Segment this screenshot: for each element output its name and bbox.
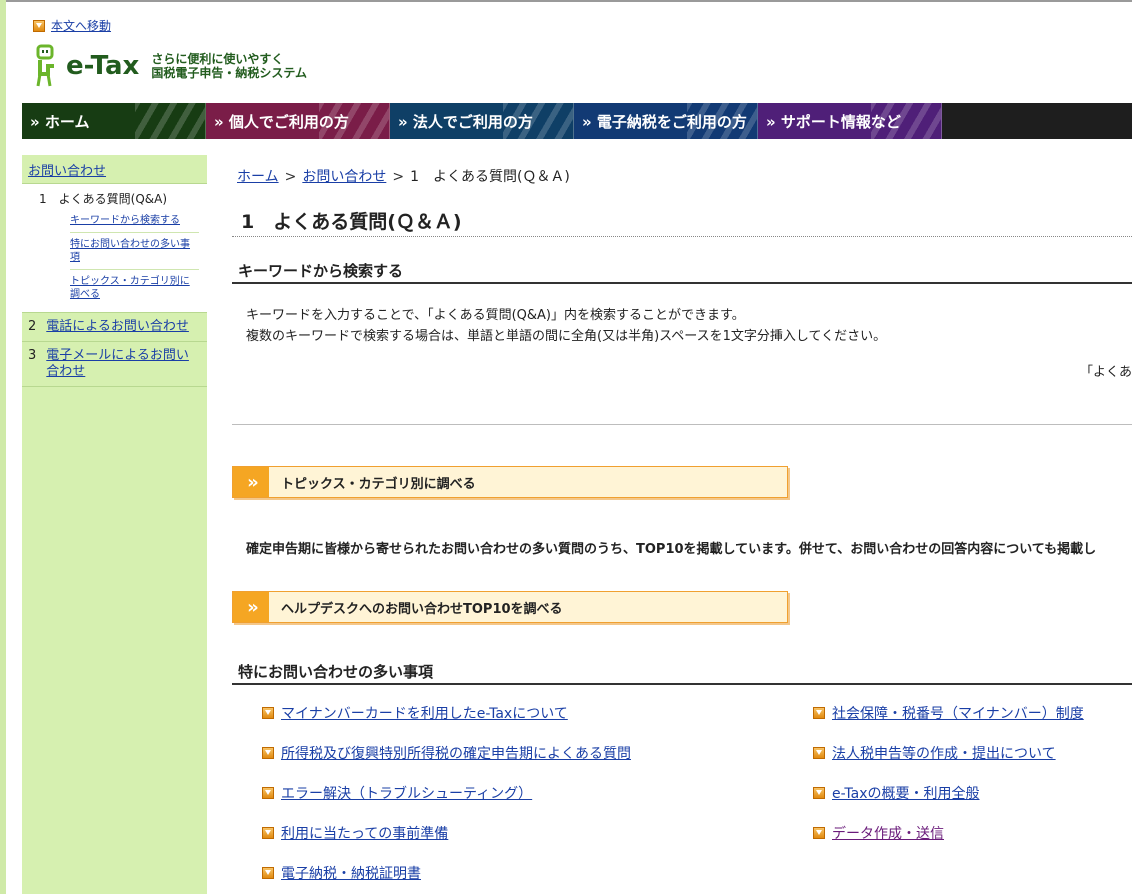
list-item[interactable]: 法人税申告等の作成・提出について — [813, 743, 1056, 763]
nav-e-payment[interactable]: » 電子納税をご利用の方 — [574, 103, 758, 139]
list-item[interactable]: マイナンバーカードを利用したe-Taxについて — [262, 703, 568, 723]
list-item[interactable]: エラー解決（トラブルシューティング） — [262, 783, 532, 803]
window-left-border — [0, 0, 6, 894]
frequent-link-overview[interactable]: e-Taxの概要・利用全般 — [832, 783, 979, 803]
keyword-description: キーワードを入力することで、「よくある質問(Q&A)」内を検索することができます… — [246, 305, 886, 347]
arrow-bullet-icon — [813, 827, 825, 839]
arrow-bullet-icon — [262, 827, 274, 839]
list-item[interactable]: 電子納税・納税証明書 — [262, 863, 421, 883]
logo-tagline: さらに便利に使いやすく 国税電子申告・納税システム — [151, 52, 307, 80]
sidebar-email-link[interactable]: 電子メールによるお問い合わせ — [46, 348, 199, 380]
frequent-link-preparation[interactable]: 利用に当たっての事前準備 — [281, 823, 448, 843]
breadcrumb-current: 1 よくある質問(Ｑ＆Ａ) — [410, 169, 570, 185]
arrow-bullet-icon — [262, 747, 274, 759]
nav-personal-label: » 個人でご利用の方 — [214, 112, 349, 131]
frequent-link-troubleshooting[interactable]: エラー解決（トラブルシューティング） — [281, 783, 532, 803]
topics-button[interactable]: » トピックス・カテゴリ別に調べる — [232, 466, 788, 498]
frequent-link-income-tax[interactable]: 所得税及び復興特別所得税の確定申告期によくある質問 — [281, 743, 631, 763]
sidebar-child-topics: トピックス・カテゴリ別に調べる — [70, 270, 199, 306]
list-item[interactable]: 所得税及び復興特別所得税の確定申告期によくある質問 — [262, 743, 631, 763]
nav-e-payment-label: » 電子納税をご利用の方 — [582, 112, 747, 131]
frequent-link-mynumber-card[interactable]: マイナンバーカードを利用したe-Taxについて — [281, 703, 568, 723]
nav-corporate-label: » 法人でご利用の方 — [398, 112, 533, 131]
topics-button-label: トピックス・カテゴリ別に調べる — [281, 476, 476, 492]
sidebar-subsection: 1 よくある質問(Q&A) キーワードから検索する 特にお問い合わせの多い事項 … — [22, 184, 207, 313]
sidebar-item-phone: 2 電話によるお問い合わせ — [22, 313, 207, 342]
top10-button-label: ヘルプデスクへのお問い合わせTOP10を調べる — [281, 601, 563, 617]
arrow-bullet-icon — [262, 787, 274, 799]
logo-text: e-Tax — [66, 51, 140, 81]
sidebar-item-number: 3 — [28, 348, 37, 363]
breadcrumb-separator: > — [392, 169, 405, 185]
skip-link[interactable]: 本文へ移動 — [51, 17, 111, 34]
arrow-bullet-icon — [262, 867, 274, 879]
breadcrumb: ホーム > お問い合わせ >1 よくある質問(Ｑ＆Ａ) — [237, 166, 570, 186]
sidebar: お問い合わせ 1 よくある質問(Q&A) キーワードから検索する 特にお問い合わ… — [22, 155, 207, 894]
sidebar-contact-link[interactable]: お問い合わせ — [28, 160, 106, 179]
frequent-section-heading: 特にお問い合わせの多い事項 — [232, 661, 1132, 685]
frequent-link-e-payment[interactable]: 電子納税・納税証明書 — [281, 863, 421, 883]
frequent-link-corporate-tax[interactable]: 法人税申告等の作成・提出について — [832, 743, 1056, 763]
keyword-section-heading: キーワードから検索する — [232, 260, 1132, 284]
double-chevron-icon: » — [233, 592, 269, 622]
breadcrumb-contact[interactable]: お問い合わせ — [302, 169, 386, 185]
tagline-line2: 国税電子申告・納税システム — [151, 66, 307, 80]
tagline-line1: さらに便利に使いやすく — [151, 52, 284, 66]
list-item[interactable]: 利用に当たっての事前準備 — [262, 823, 448, 843]
nav-home-label: » ホーム — [30, 112, 90, 131]
nav-support[interactable]: » サポート情報など — [758, 103, 942, 139]
qa-search-note: 「よくある — [1080, 365, 1132, 380]
nav-home[interactable]: » ホーム — [22, 103, 206, 139]
keyword-description-line1: キーワードを入力することで、「よくある質問(Q&A)」内を検索することができます… — [246, 308, 745, 323]
list-item[interactable]: データ作成・送信 — [813, 823, 944, 843]
sidebar-current-item: 1 よくある質問(Q&A) — [39, 192, 168, 206]
sidebar-item-contact: お問い合わせ — [22, 155, 207, 184]
nav-personal[interactable]: » 個人でご利用の方 — [206, 103, 390, 139]
sidebar-child-topics-link[interactable]: トピックス・カテゴリ別に調べる — [70, 276, 190, 300]
arrow-bullet-icon — [813, 787, 825, 799]
skip-to-content[interactable]: 本文へ移動 — [33, 17, 111, 34]
etax-logo[interactable]: e-Tax さらに便利に使いやすく 国税電子申告・納税システム — [34, 44, 307, 88]
list-item[interactable]: e-Taxの概要・利用全般 — [813, 783, 979, 803]
sidebar-child-keyword: キーワードから検索する — [70, 209, 199, 233]
arrow-bullet-icon — [813, 747, 825, 759]
nav-stripe — [135, 103, 205, 139]
etax-mascot-icon — [36, 44, 54, 87]
frequent-link-data-send[interactable]: データ作成・送信 — [832, 823, 944, 843]
double-chevron-icon: » — [233, 467, 269, 497]
sidebar-item-number: 2 — [28, 319, 37, 334]
list-item[interactable]: 社会保障・税番号（マイナンバー）制度 — [813, 703, 1084, 723]
top10-description: 確定申告期に皆様から寄せられたお問い合わせの多い質問のうち、TOP10を掲載して… — [246, 542, 1097, 557]
nav-support-label: » サポート情報など — [766, 112, 901, 131]
global-nav: » ホーム » 個人でご利用の方 » 法人でご利用の方 » 電子納税をご利用の方… — [22, 103, 1132, 139]
page-title: 1 よくある質問(Ｑ＆Ａ) — [232, 207, 1132, 237]
arrow-bullet-icon — [262, 707, 274, 719]
sidebar-phone-link[interactable]: 電話によるお問い合わせ — [46, 319, 189, 335]
keyword-description-line2: 複数のキーワードで検索する場合は、単語と単語の間に全角(又は半角)スペースを1文… — [246, 329, 887, 344]
frequent-link-mynumber-system[interactable]: 社会保障・税番号（マイナンバー）制度 — [832, 703, 1084, 723]
arrow-bullet-icon — [813, 707, 825, 719]
sidebar-child-keyword-link[interactable]: キーワードから検索する — [70, 215, 180, 226]
nav-corporate[interactable]: » 法人でご利用の方 — [390, 103, 574, 139]
sidebar-child-frequent: 特にお問い合わせの多い事項 — [70, 233, 199, 270]
breadcrumb-separator: > — [284, 169, 297, 185]
arrow-down-icon — [33, 19, 45, 32]
window-top-border — [0, 0, 1132, 2]
sidebar-child-frequent-link[interactable]: 特にお問い合わせの多い事項 — [70, 239, 190, 263]
top10-button[interactable]: » ヘルプデスクへのお問い合わせTOP10を調べる — [232, 591, 788, 623]
sidebar-item-email: 3 電子メールによるお問い合わせ — [22, 342, 207, 387]
breadcrumb-home[interactable]: ホーム — [237, 169, 279, 185]
section-divider — [232, 424, 1132, 425]
